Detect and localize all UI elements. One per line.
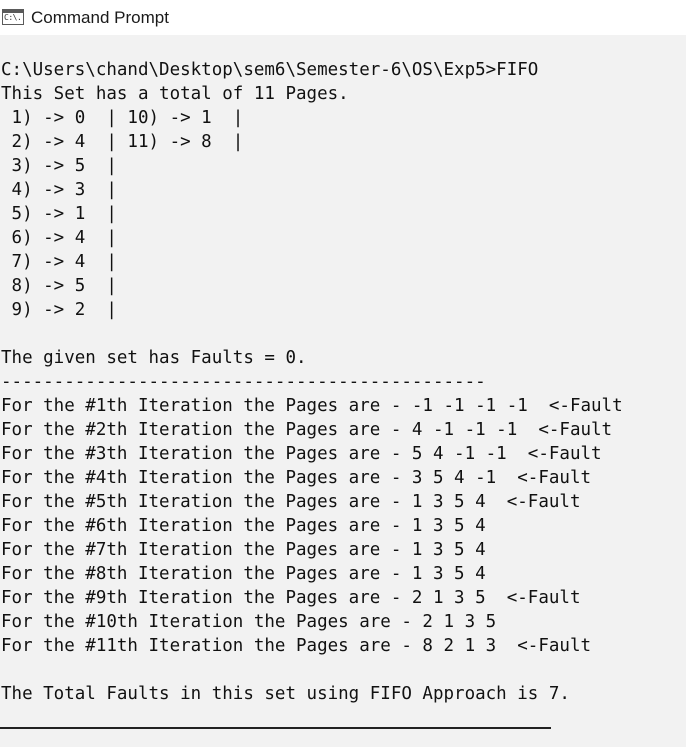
console-line: 4) -> 3 | xyxy=(1,180,117,200)
console-line: ----------------------------------------… xyxy=(1,372,486,392)
text-cursor xyxy=(0,727,551,729)
console-window-icon: C:\. xyxy=(2,9,24,25)
console-line: For the #8th Iteration the Pages are - 1… xyxy=(1,564,486,584)
console-line: For the #6th Iteration the Pages are - 1… xyxy=(1,516,486,536)
console-line: 7) -> 4 | xyxy=(1,252,117,272)
console-line: 1) -> 0 | 10) -> 1 | xyxy=(1,108,244,128)
console-line: 6) -> 4 | xyxy=(1,228,117,248)
console-line: For the #11th Iteration the Pages are - … xyxy=(1,636,592,656)
console-line: For the #4th Iteration the Pages are - 3… xyxy=(1,468,592,488)
console-line: For the #2th Iteration the Pages are - 4… xyxy=(1,420,613,440)
title-bar[interactable]: C:\. Command Prompt xyxy=(0,0,686,35)
console-line: For the #7th Iteration the Pages are - 1… xyxy=(1,540,486,560)
console-line: For the #3th Iteration the Pages are - 5… xyxy=(1,444,602,464)
console-line: The given set has Faults = 0. xyxy=(1,348,307,368)
console-line: The Total Faults in this set using FIFO … xyxy=(1,684,570,704)
console-line: For the #9th Iteration the Pages are - 2… xyxy=(1,588,581,608)
console-line: For the #1th Iteration the Pages are - -… xyxy=(1,396,623,416)
window-title: Command Prompt xyxy=(31,8,169,27)
icon-prompt-glyph: C:\. xyxy=(4,13,22,22)
console-line: 2) -> 4 | 11) -> 8 | xyxy=(1,132,244,152)
console-output[interactable]: C:\Users\chand\Desktop\sem6\Semester-6\O… xyxy=(1,58,686,706)
console-line: This Set has a total of 11 Pages. xyxy=(1,84,349,104)
console-line: C:\Users\chand\Desktop\sem6\Semester-6\O… xyxy=(1,60,539,80)
console-line: For the #5th Iteration the Pages are - 1… xyxy=(1,492,581,512)
console-line: For the #10th Iteration the Pages are - … xyxy=(1,612,497,632)
console-line: 5) -> 1 | xyxy=(1,204,117,224)
console-line: 9) -> 2 | xyxy=(1,300,117,320)
console-line: 3) -> 5 | xyxy=(1,156,117,176)
console-line: 8) -> 5 | xyxy=(1,276,117,296)
